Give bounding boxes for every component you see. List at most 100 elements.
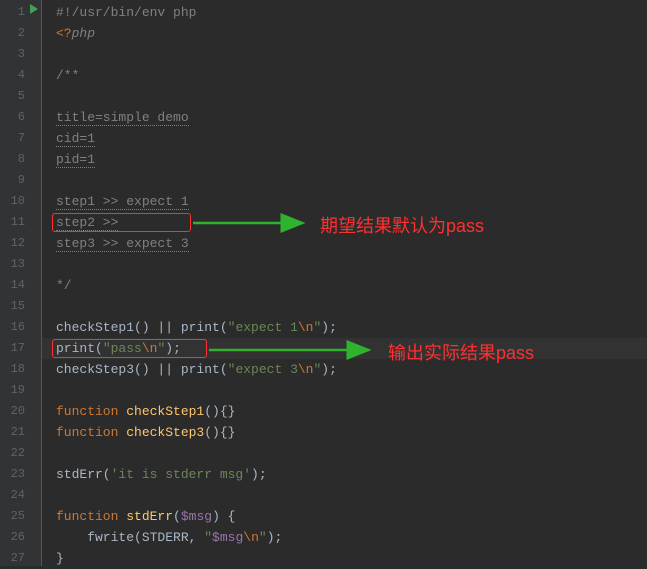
variable: $msg — [212, 530, 243, 545]
code-text: () || — [134, 362, 181, 377]
line-number: 26 — [0, 527, 41, 548]
line-number: 23 — [0, 464, 41, 485]
line-number: 7 — [0, 128, 41, 149]
line-number: 10 — [0, 191, 41, 212]
code-text: () || — [134, 320, 181, 335]
line-number: 21 — [0, 422, 41, 443]
line-number: 18 — [0, 359, 41, 380]
comment-text: pid=1 — [56, 152, 95, 168]
code-line[interactable] — [42, 254, 647, 275]
print-call: print — [181, 362, 220, 377]
code-line[interactable]: step2 >> — [42, 212, 647, 233]
line-number: 19 — [0, 380, 41, 401]
code-line[interactable] — [42, 296, 647, 317]
code-line[interactable] — [42, 485, 647, 506]
escape: \n — [142, 341, 158, 356]
code-line[interactable]: fwrite(STDERR, "$msg\n"); — [42, 527, 647, 548]
code-text: ); — [251, 467, 267, 482]
code-line[interactable]: checkStep1() || print("expect 1\n"); — [42, 317, 647, 338]
code-line[interactable]: <?php — [42, 23, 647, 44]
code-text: ); — [321, 362, 337, 377]
string: 'it is stderr msg' — [111, 467, 251, 482]
code-text: ) { — [212, 509, 235, 524]
comment-text: cid=1 — [56, 131, 95, 147]
docblock-end: */ — [56, 278, 72, 293]
code-line[interactable]: function stdErr($msg) { — [42, 506, 647, 527]
line-number: 13 — [0, 254, 41, 275]
run-icon[interactable] — [30, 4, 38, 14]
line-number: 24 — [0, 485, 41, 506]
line-number: 8 — [0, 149, 41, 170]
string: " — [259, 530, 267, 545]
print-call: print — [181, 320, 220, 335]
code-text: (){} — [204, 404, 235, 419]
php-open-kw: php — [72, 26, 95, 41]
line-number: 25 — [0, 506, 41, 527]
code-line[interactable] — [42, 170, 647, 191]
php-open: <? — [56, 26, 72, 41]
code-line-current[interactable]: print("pass\n"); — [42, 338, 647, 359]
line-number: 20 — [0, 401, 41, 422]
code-line[interactable] — [42, 443, 647, 464]
fn-call: stdErr( — [56, 467, 111, 482]
code-line[interactable]: pid=1 — [42, 149, 647, 170]
code-area[interactable]: #!/usr/bin/env php <?php /** title=simpl… — [42, 0, 647, 566]
code-line[interactable] — [42, 86, 647, 107]
line-number: 14 — [0, 275, 41, 296]
variable: $msg — [181, 509, 212, 524]
code-text: ); — [267, 530, 283, 545]
escape: \n — [243, 530, 259, 545]
code-line[interactable]: step1 >> expect 1 — [42, 191, 647, 212]
keyword: function — [56, 425, 126, 440]
code-text: ); — [321, 320, 337, 335]
code-line[interactable]: */ — [42, 275, 647, 296]
comment-text: step3 >> expect 3 — [56, 236, 189, 252]
string: "expect 1 — [228, 320, 298, 335]
keyword: function — [56, 404, 126, 419]
line-number: 16 — [0, 317, 41, 338]
comment-text: step2 >> — [56, 215, 118, 231]
line-number: 3 — [0, 44, 41, 65]
line-number: 11 — [0, 212, 41, 233]
paren: ( — [220, 320, 228, 335]
shebang: #!/usr/bin/env php — [56, 5, 196, 20]
string: "pass — [103, 341, 142, 356]
fn-call: checkStep3 — [56, 362, 134, 377]
fn-decl: stdErr — [126, 509, 173, 524]
line-number: 22 — [0, 443, 41, 464]
comment-text: title=simple demo — [56, 110, 189, 126]
code-text: ); — [165, 341, 181, 356]
code-line[interactable]: #!/usr/bin/env php — [42, 2, 647, 23]
code-line[interactable]: /** — [42, 65, 647, 86]
code-line[interactable]: function checkStep3(){} — [42, 422, 647, 443]
paren: ( — [173, 509, 181, 524]
code-line[interactable]: stdErr('it is stderr msg'); — [42, 464, 647, 485]
line-number: 4 — [0, 65, 41, 86]
string: "expect 3 — [228, 362, 298, 377]
print-call: print — [56, 341, 95, 356]
code-line[interactable] — [42, 44, 647, 65]
code-text: (STDERR, — [134, 530, 204, 545]
fn-decl: checkStep1 — [126, 404, 204, 419]
escape: \n — [298, 362, 314, 377]
fn-decl: checkStep3 — [126, 425, 204, 440]
paren: ( — [220, 362, 228, 377]
brace: } — [56, 551, 64, 566]
keyword: function — [56, 509, 126, 524]
code-line[interactable]: checkStep3() || print("expect 3\n"); — [42, 359, 647, 380]
escape: \n — [298, 320, 314, 335]
code-line[interactable]: cid=1 — [42, 128, 647, 149]
line-number: 17 — [0, 338, 41, 359]
docblock-start: /** — [56, 68, 79, 83]
code-line[interactable]: function checkStep1(){} — [42, 401, 647, 422]
line-number: 15 — [0, 296, 41, 317]
code-editor: 1 2 3 4 5 6 7 8 9 10 11 12 13 14 15 16 1… — [0, 0, 647, 566]
code-line[interactable]: title=simple demo — [42, 107, 647, 128]
paren: ( — [95, 341, 103, 356]
code-line[interactable] — [42, 380, 647, 401]
gutter: 1 2 3 4 5 6 7 8 9 10 11 12 13 14 15 16 1… — [0, 0, 42, 566]
code-line[interactable]: step3 >> expect 3 — [42, 233, 647, 254]
line-number: 9 — [0, 170, 41, 191]
fn-call: fwrite — [56, 530, 134, 545]
comment-text: step1 >> expect 1 — [56, 194, 189, 210]
